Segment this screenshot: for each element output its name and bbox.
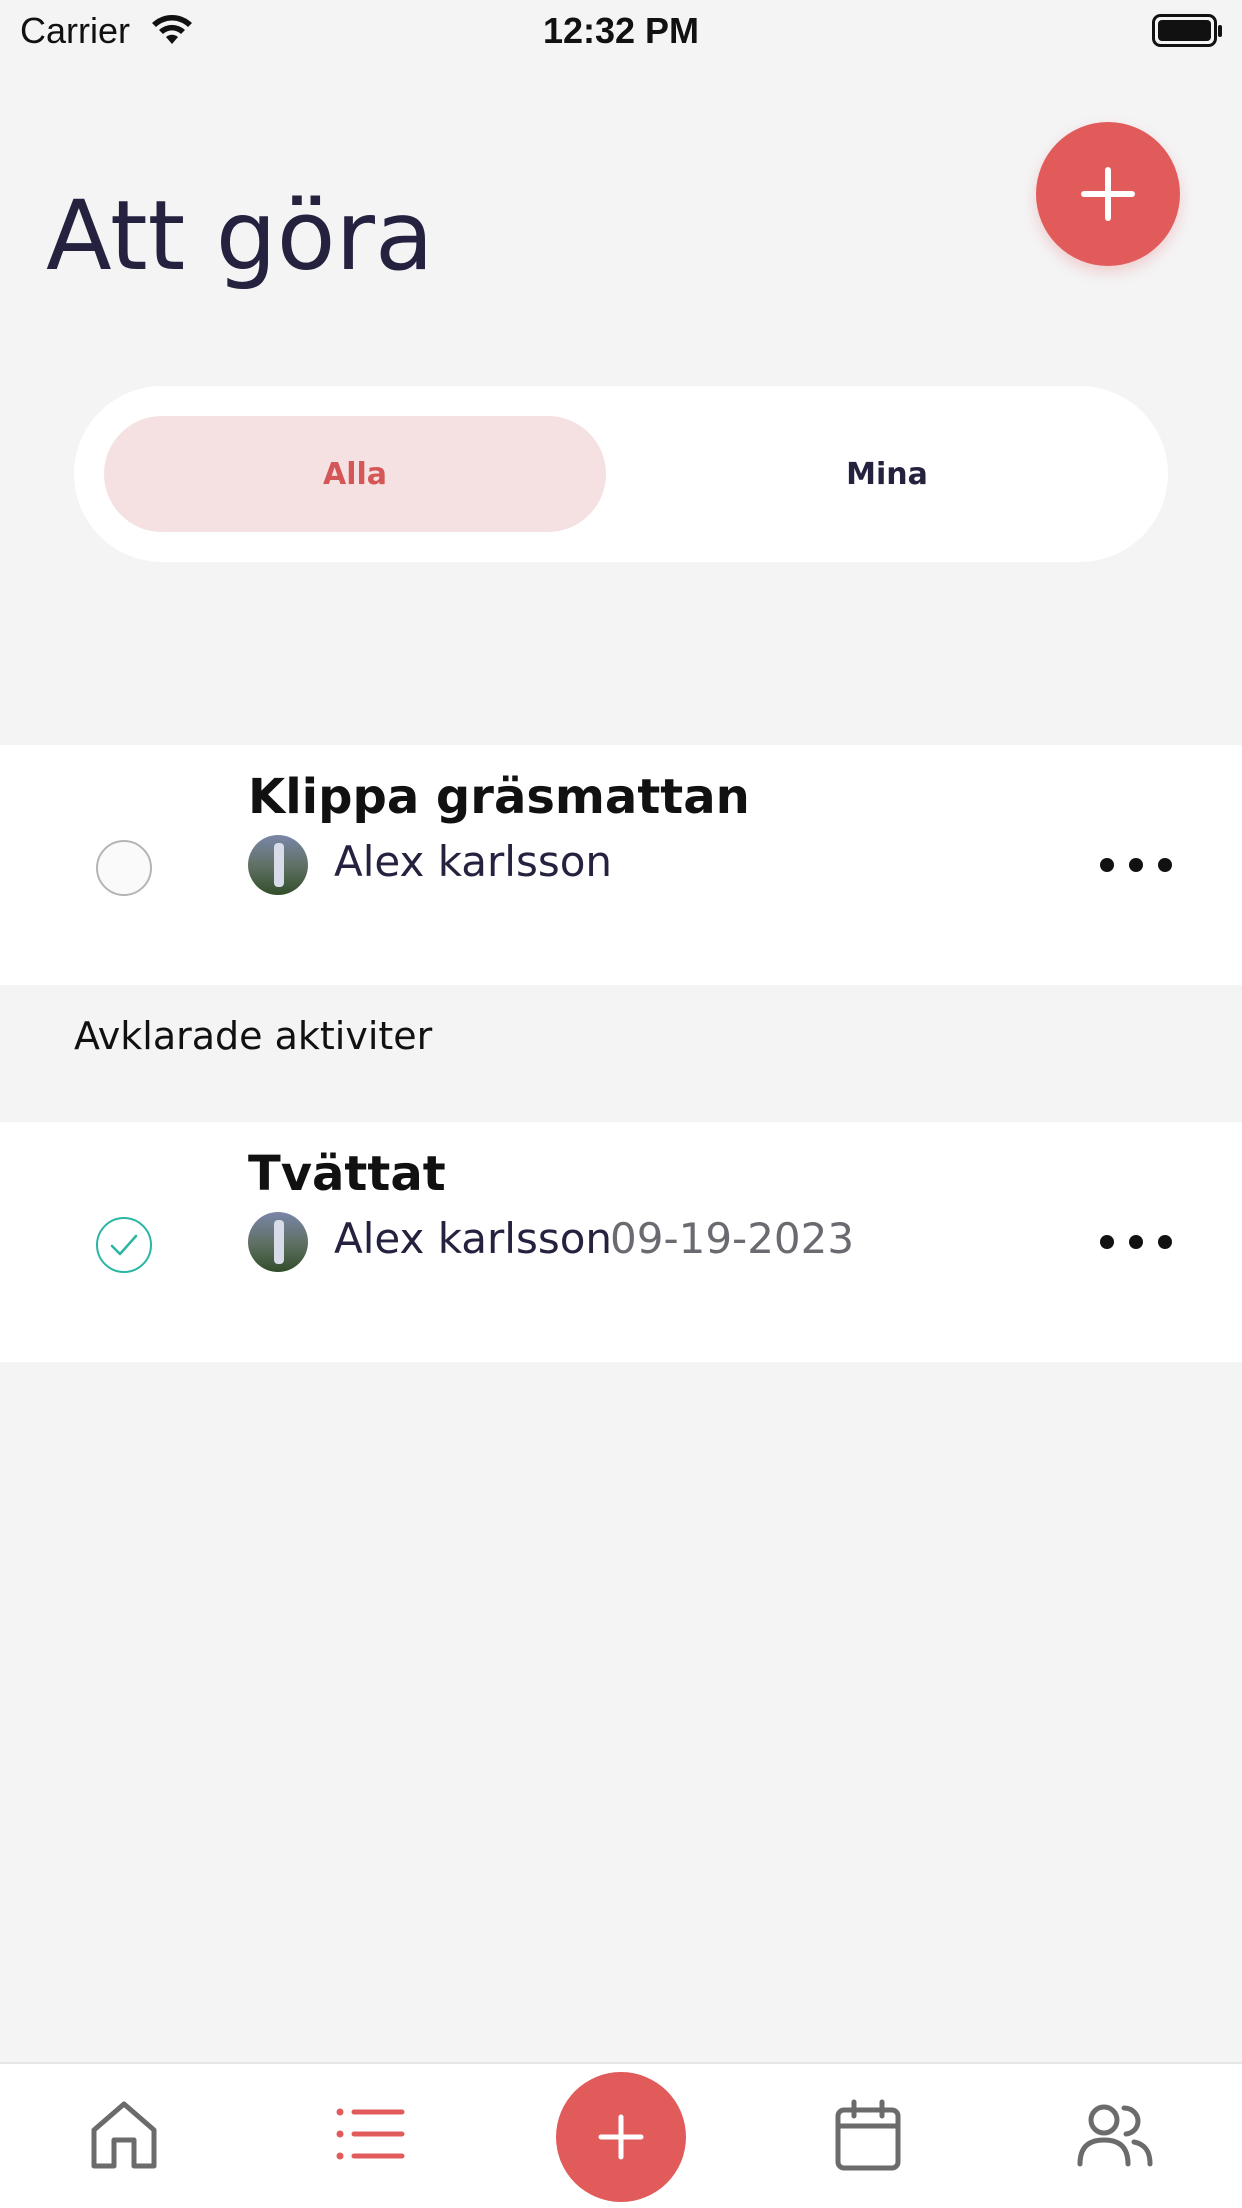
task-assignee: Alex karlsson [334, 837, 613, 886]
home-icon [91, 2101, 157, 2169]
tab-todo-list[interactable] [330, 2094, 410, 2174]
plus-icon [1081, 167, 1135, 221]
people-icon [1077, 2104, 1153, 2167]
task-checkbox[interactable] [96, 840, 152, 896]
avatar [248, 835, 308, 895]
plus-icon [598, 2114, 644, 2160]
task-assignee: Alex karlsson [334, 1214, 613, 1263]
more-dot-icon [1158, 858, 1172, 872]
tab-people[interactable] [1074, 2094, 1154, 2174]
status-bar: Carrier 12:32 PM [0, 0, 1242, 62]
page-title: Att göra [46, 180, 434, 292]
task-title: Klippa gräsmattan [248, 769, 750, 825]
task-row[interactable]: Klippa gräsmattan Alex karlsson [0, 745, 1242, 985]
more-dot-icon [1158, 1235, 1172, 1249]
filter-all-tab[interactable]: Alla [104, 416, 606, 532]
battery-icon [1152, 14, 1224, 52]
tab-calendar[interactable] [828, 2094, 908, 2174]
more-dot-icon [1129, 858, 1143, 872]
status-time: 12:32 PM [542, 10, 700, 51]
add-task-button[interactable] [1036, 122, 1180, 266]
more-options-button[interactable] [1100, 1222, 1172, 1262]
more-dot-icon [1129, 1235, 1143, 1249]
filter-mine-tab[interactable]: Mina [636, 416, 1138, 532]
tab-add-button[interactable] [556, 2072, 686, 2202]
more-dot-icon [1100, 1235, 1114, 1249]
checkmark-icon [110, 1234, 138, 1256]
calendar-icon [835, 2099, 901, 2171]
tab-home[interactable] [84, 2094, 164, 2174]
filter-segmented-control: Alla Mina [74, 386, 1168, 562]
more-options-button[interactable] [1100, 845, 1172, 885]
more-dot-icon [1100, 858, 1114, 872]
list-icon [336, 2108, 405, 2160]
task-completed-date: 09-19-2023 [610, 1214, 855, 1263]
avatar [248, 1212, 308, 1272]
task-checkbox-checked[interactable] [96, 1217, 152, 1273]
completed-section-heading: Avklarade aktiviter [74, 1014, 433, 1058]
completed-task-row[interactable]: Tvättat Alex karlsson 09-19-2023 [0, 1122, 1242, 1362]
task-title: Tvättat [248, 1146, 446, 1202]
